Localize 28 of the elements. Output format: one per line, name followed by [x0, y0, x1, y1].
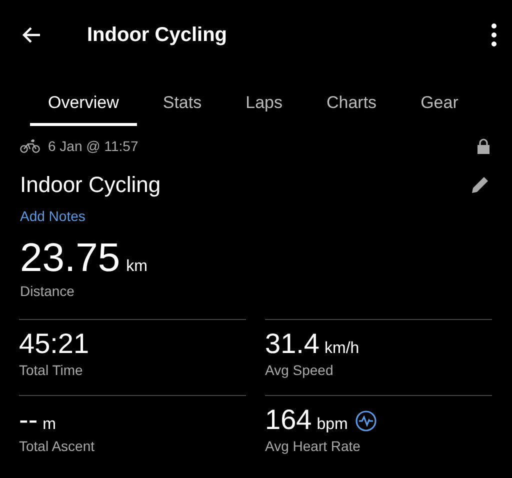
heart-rate-icon[interactable]: [354, 410, 377, 432]
edit-icon[interactable]: [470, 175, 490, 195]
add-notes-link[interactable]: Add Notes: [0, 198, 106, 224]
stat-value: 164: [265, 404, 312, 436]
activity-name: Indoor Cycling: [20, 172, 162, 198]
distance-label: Distance: [19, 282, 76, 299]
stat-value: 31.4: [265, 328, 320, 360]
stat-unit: bpm: [316, 416, 348, 434]
lock-icon: [477, 138, 490, 154]
app-bar-title: Indoor Cycling: [87, 24, 228, 46]
more-options-icon[interactable]: [490, 23, 498, 47]
stat-unit: km/h: [324, 340, 360, 358]
tab[interactable]: Stats: [144, 70, 220, 126]
stat-label: Avg Heart Rate: [265, 438, 360, 454]
distance-unit: km: [126, 258, 148, 276]
stat-value: 45:21: [19, 328, 90, 360]
stat-label: Total Time: [19, 362, 83, 378]
stat-label: Total Ascent: [19, 438, 94, 454]
stat-label: Avg Speed: [265, 362, 334, 378]
stat-value: --: [19, 404, 38, 436]
tab[interactable]: Charts: [308, 70, 395, 126]
tab[interactable]: Laps: [228, 70, 300, 126]
distance-value: 23.75: [20, 236, 120, 281]
activity-date: 6 Jan @ 11:57: [48, 138, 140, 154]
bicycle-icon: [20, 139, 40, 153]
tab[interactable]: Overview: [30, 70, 137, 126]
stat-unit: m: [42, 416, 56, 434]
tab[interactable]: Gear: [402, 70, 476, 126]
